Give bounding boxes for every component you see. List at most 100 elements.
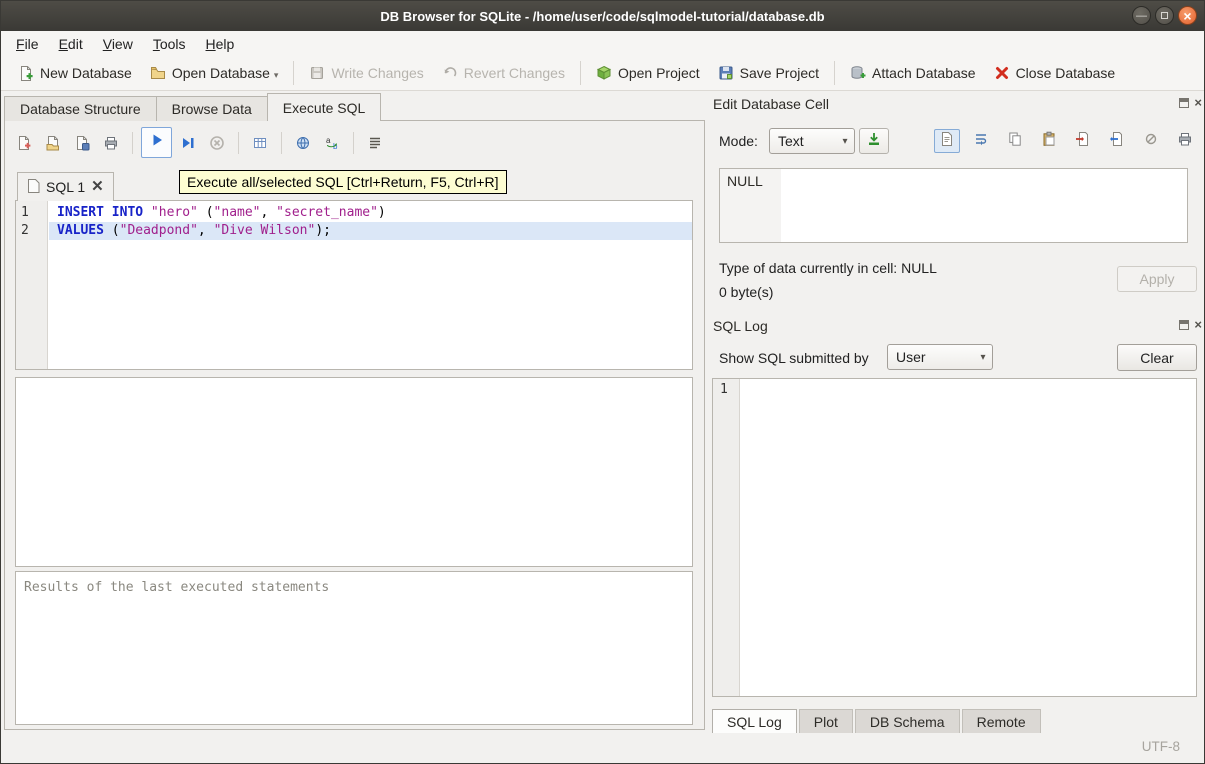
menu-help[interactable]: Help	[196, 33, 245, 55]
dock-tab-db-schema[interactable]: DB Schema	[855, 709, 960, 735]
menu-tools[interactable]: Tools	[143, 33, 196, 55]
sql-file-tab[interactable]: SQL 1 ✕	[17, 172, 114, 201]
results-grid[interactable]	[15, 377, 693, 567]
main-tab-bar: Database Structure Browse Data Execute S…	[4, 93, 380, 121]
new-database-button[interactable]: New Database	[9, 60, 141, 86]
execute-all-button[interactable]	[141, 127, 172, 158]
log-line-number: 1	[713, 379, 739, 397]
dock-tab-remote[interactable]: Remote	[962, 709, 1041, 735]
sql-token: VALUES	[57, 223, 104, 238]
write-changes-label: Write Changes	[331, 65, 423, 81]
close-window-button[interactable]: ×	[1178, 6, 1197, 25]
new-sql-tab-button[interactable]	[11, 130, 37, 156]
import-file-button[interactable]	[1070, 129, 1096, 153]
sql-token: );	[315, 223, 331, 238]
import-data-icon	[866, 131, 882, 152]
execute-line-button[interactable]	[175, 130, 201, 156]
sql-editor[interactable]: 1 2 INSERT INTO "hero" ("name", "secret_…	[15, 200, 693, 370]
menubar: File Edit View Tools Help	[1, 31, 1204, 56]
print-sql-button[interactable]	[98, 130, 124, 156]
sql-token: INSERT INTO	[57, 205, 143, 220]
cell-value-editor[interactable]: NULL	[719, 168, 1188, 243]
stop-icon	[209, 135, 225, 151]
word-wrap-button[interactable]	[968, 129, 994, 153]
sql-token: (	[104, 223, 120, 238]
tab-execute-sql[interactable]: Execute SQL	[267, 93, 382, 121]
sql-code-area[interactable]: INSERT INTO "hero" ("name", "secret_name…	[49, 201, 692, 369]
browse-button[interactable]	[290, 130, 316, 156]
tab-browse-data[interactable]: Browse Data	[156, 96, 268, 121]
encoding-indicator[interactable]: UTF-8	[1142, 739, 1180, 754]
sql-toolbar: ab	[11, 127, 388, 158]
sql-line-1: INSERT INTO "hero" ("name", "secret_name…	[49, 204, 692, 222]
mode-label: Mode:	[719, 133, 758, 149]
globe-icon	[295, 135, 311, 151]
menu-file[interactable]: File	[6, 33, 49, 55]
save-project-icon	[718, 65, 734, 81]
sql-toolbar-separator	[353, 132, 354, 154]
cell-type-info: Type of data currently in cell: NULL	[719, 260, 937, 276]
cell-null-strip: NULL	[720, 169, 781, 242]
svg-text:a: a	[326, 136, 331, 145]
export-file-icon	[1109, 131, 1125, 152]
float-dock-icon[interactable]	[1179, 98, 1189, 108]
find-replace-icon: ab	[324, 135, 340, 151]
minimize-button[interactable]: —	[1132, 6, 1151, 25]
cell-size-info: 0 byte(s)	[719, 284, 773, 300]
maximize-button[interactable]	[1155, 6, 1174, 25]
clear-log-button[interactable]: Clear	[1117, 344, 1197, 371]
close-database-button[interactable]: Close Database	[985, 60, 1125, 86]
sql-token: "name"	[214, 205, 261, 220]
sql-log-dock-title: SQL Log	[713, 318, 768, 334]
attach-database-button[interactable]: Attach Database	[841, 60, 985, 86]
set-null-icon	[1143, 131, 1159, 152]
submitted-by-combobox[interactable]: User ▾	[887, 344, 993, 370]
close-dock-icon[interactable]: ×	[1194, 320, 1202, 330]
sql-token: )	[378, 205, 386, 220]
find-replace-button[interactable]: ab	[319, 130, 345, 156]
print-cell-button[interactable]	[1172, 129, 1198, 153]
window-title: DB Browser for SQLite - /home/user/code/…	[1, 1, 1204, 31]
export-results-button[interactable]	[247, 130, 273, 156]
write-changes-icon	[309, 65, 325, 81]
text-mode-button[interactable]	[934, 129, 960, 153]
edit-cell-dock-title: Edit Database Cell	[713, 96, 829, 112]
window-controls: — ×	[1132, 6, 1197, 25]
titlebar[interactable]: DB Browser for SQLite - /home/user/code/…	[1, 1, 1204, 31]
sql-log-view[interactable]: 1	[712, 378, 1197, 697]
dock-tab-plot[interactable]: Plot	[799, 709, 853, 735]
open-sql-file-button[interactable]	[40, 130, 66, 156]
tab-database-structure[interactable]: Database Structure	[4, 96, 157, 121]
open-in-external-button[interactable]	[859, 128, 889, 154]
revert-changes-button: Revert Changes	[433, 60, 574, 86]
sql-token: (	[198, 205, 214, 220]
format-sql-button[interactable]	[362, 130, 388, 156]
toolbar-separator	[293, 61, 294, 85]
line-number: 2	[16, 222, 47, 240]
save-project-button[interactable]: Save Project	[709, 60, 828, 86]
menu-edit[interactable]: Edit	[49, 33, 93, 55]
float-dock-icon[interactable]	[1179, 320, 1189, 330]
close-dock-icon[interactable]: ×	[1194, 98, 1202, 108]
revert-changes-icon	[442, 65, 458, 81]
paste-button[interactable]	[1036, 129, 1062, 153]
open-database-menu-arrow[interactable]: ▾	[274, 70, 279, 81]
menu-view[interactable]: View	[93, 33, 143, 55]
export-file-button[interactable]	[1104, 129, 1130, 153]
apply-button: Apply	[1117, 266, 1197, 292]
stop-execution-button	[204, 130, 230, 156]
maximize-icon	[1161, 12, 1168, 19]
execution-log-pane[interactable]: Results of the last executed statements	[15, 571, 693, 725]
open-project-button[interactable]: Open Project	[587, 60, 709, 86]
dock-tab-sql-log[interactable]: SQL Log	[712, 709, 797, 735]
sql-token: ,	[261, 205, 277, 220]
sql-log-dock-controls: ×	[1179, 320, 1202, 330]
copy-button[interactable]	[1002, 129, 1028, 153]
import-file-icon	[1075, 131, 1091, 152]
open-database-button[interactable]: Open Database ▾	[141, 60, 288, 86]
mode-combobox[interactable]: Text ▾	[769, 128, 855, 154]
set-null-button[interactable]	[1138, 129, 1164, 153]
save-sql-file-button[interactable]	[69, 130, 95, 156]
close-tab-icon[interactable]: ✕	[91, 181, 104, 193]
sql-token: "Deadpond"	[120, 223, 198, 238]
